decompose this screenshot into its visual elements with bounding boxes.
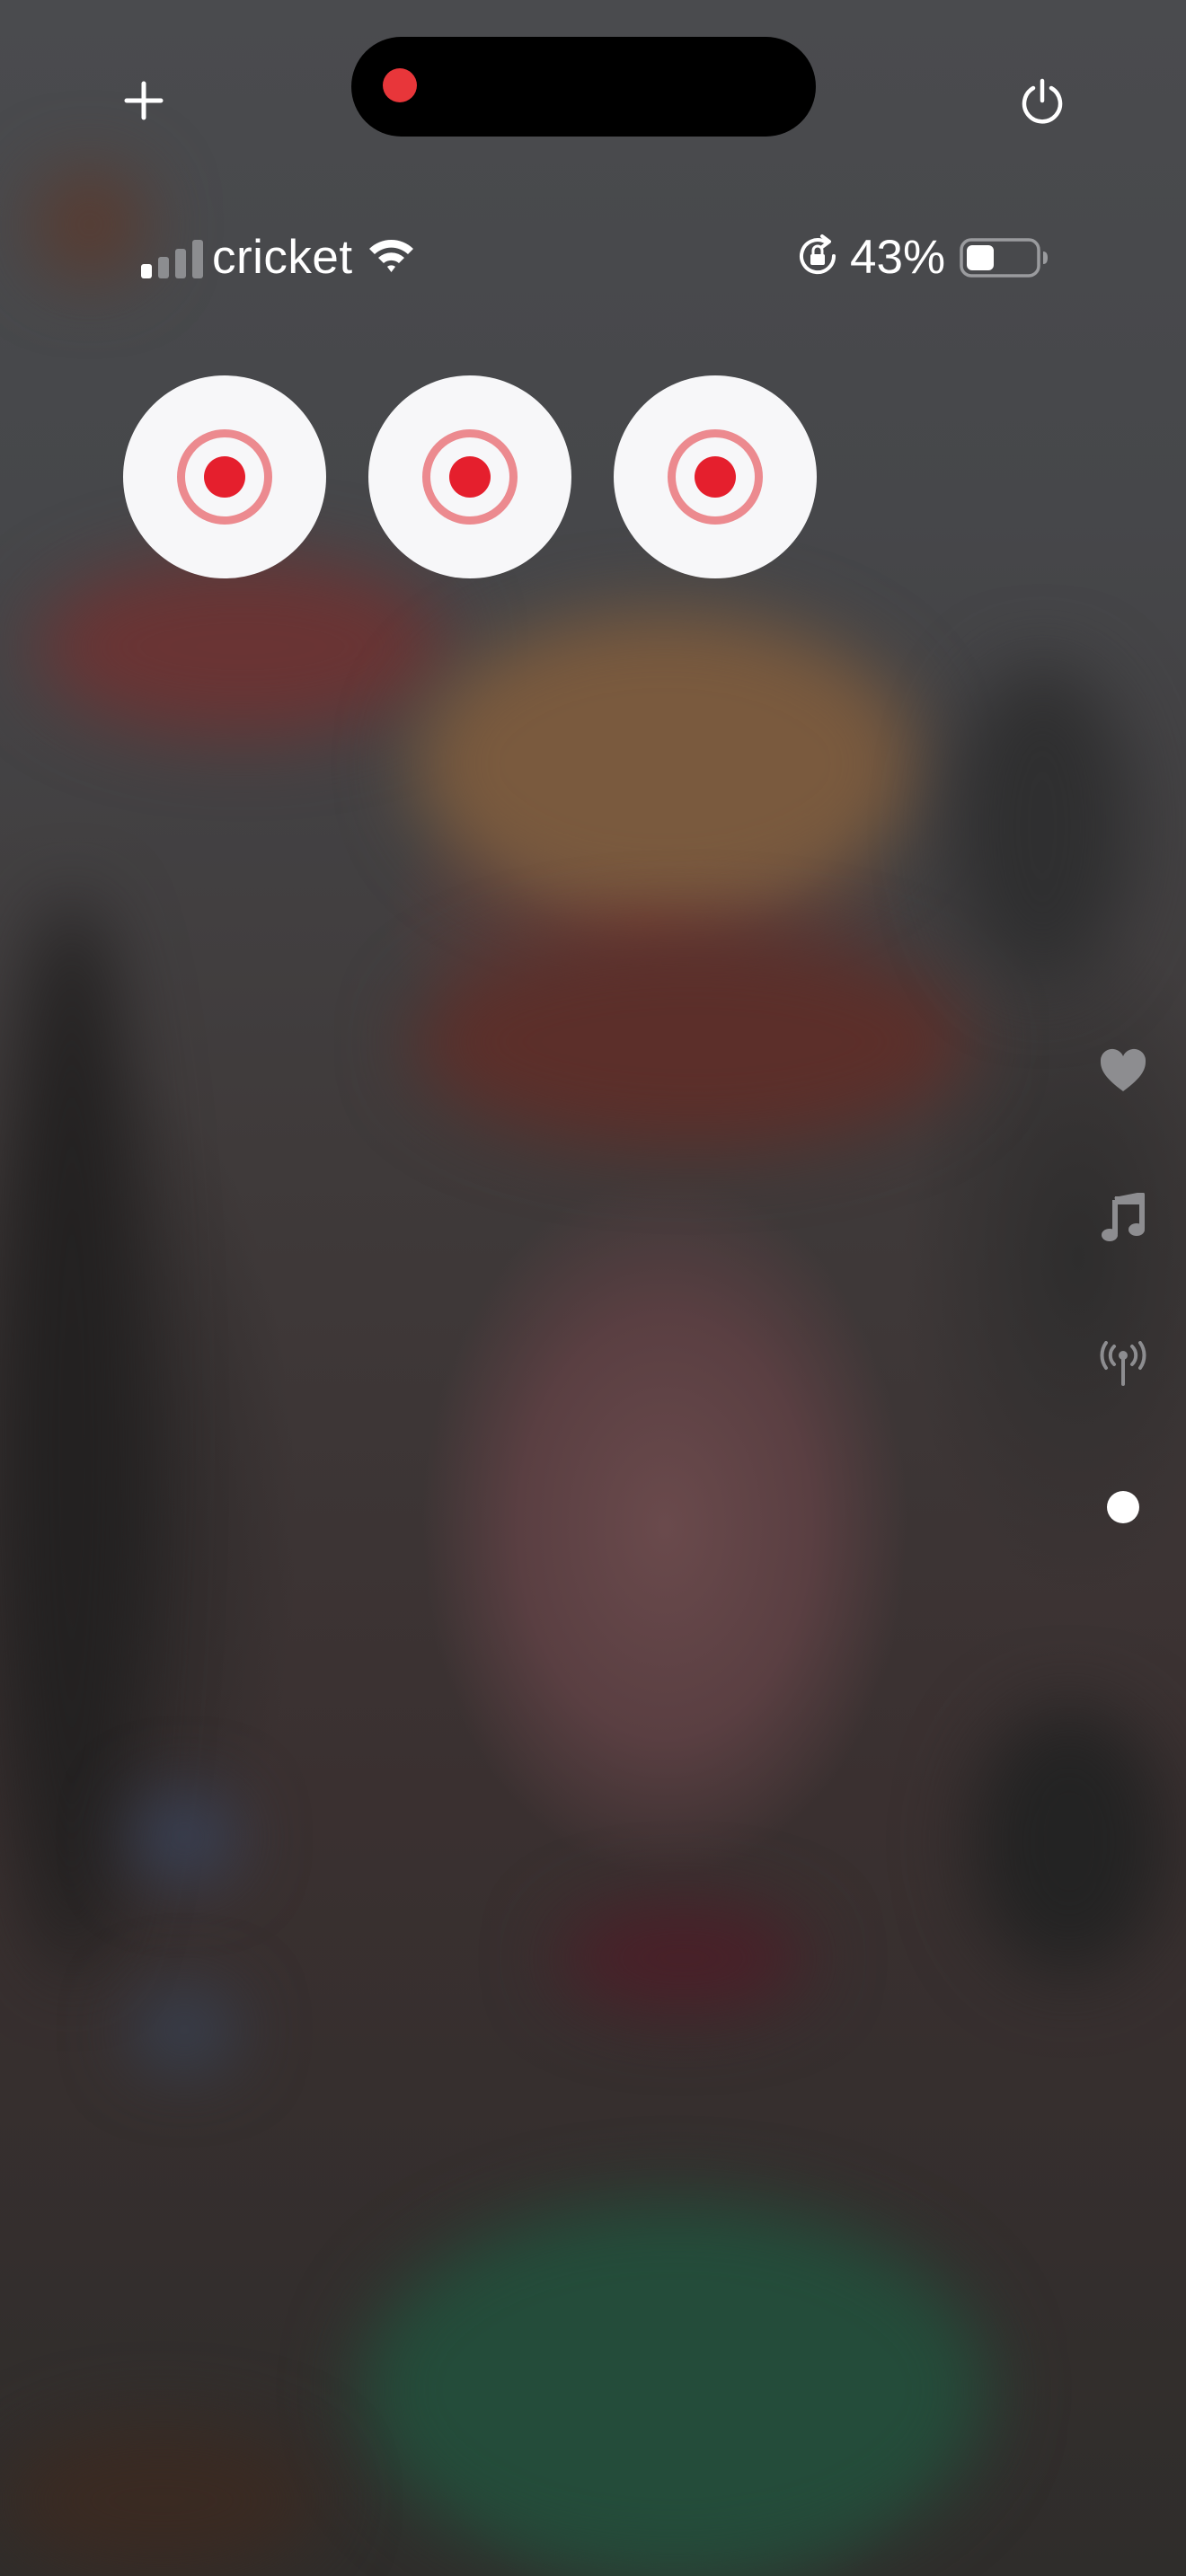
rotation-lock-icon [800,234,836,275]
status-bar: cricket 43% [135,225,1051,289]
power-button[interactable] [1006,65,1078,137]
record-icon [422,429,518,525]
record-button-3[interactable] [614,375,817,578]
heart-icon [1100,1048,1146,1091]
record-button-1[interactable] [123,375,326,578]
antenna-icon [1100,1341,1146,1386]
plus-icon [124,81,164,120]
carrier-name: cricket [212,231,353,284]
battery-percentage: 43% [850,231,946,284]
cellular-signal-icon [141,240,203,278]
power-icon [1022,78,1063,124]
indicator-button[interactable] [1096,1480,1150,1534]
record-icon [668,429,763,525]
record-button-2[interactable] [368,375,571,578]
music-button[interactable] [1096,1191,1150,1245]
like-button[interactable] [1096,1044,1150,1098]
record-icon [177,429,272,525]
music-note-icon [1102,1193,1145,1241]
broadcast-button[interactable] [1096,1337,1150,1390]
dynamic-island [351,37,816,137]
recording-indicator-dot [383,68,417,102]
add-button[interactable] [108,65,180,137]
dot-icon [1107,1491,1139,1523]
wifi-icon [369,239,413,272]
battery-icon [960,238,1048,278]
